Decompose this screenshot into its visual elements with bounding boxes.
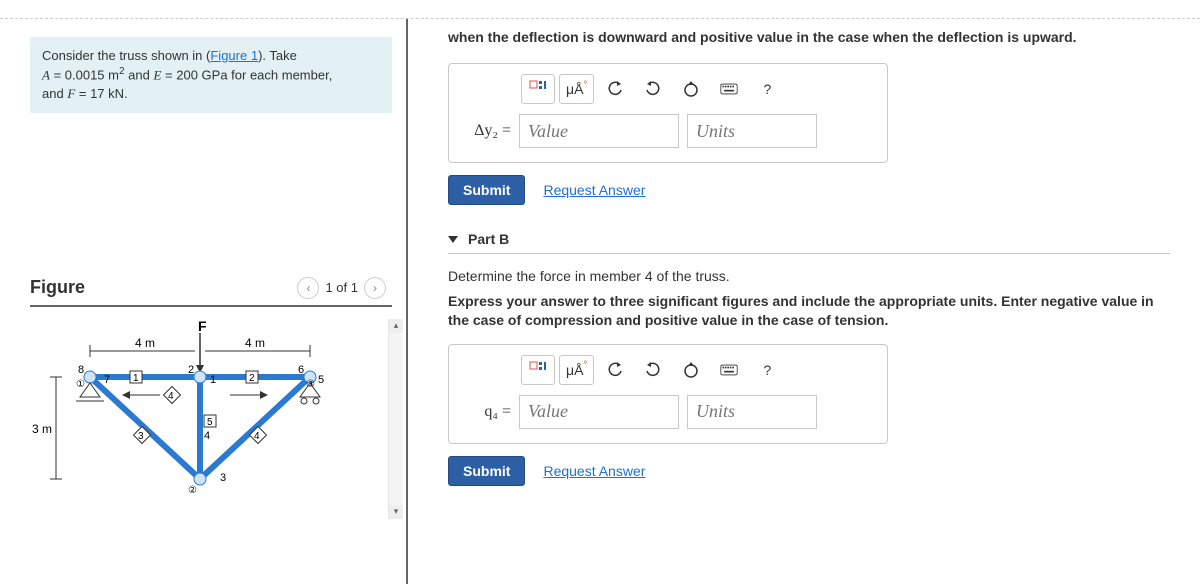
part-a-submit-button[interactable]: Submit [448, 175, 525, 205]
scroll-down-button[interactable]: ▾ [389, 505, 403, 519]
part-b-units-input[interactable] [687, 395, 817, 429]
figure-image: 4 m 4 m F 3 m [30, 319, 392, 519]
svg-text:6: 6 [298, 364, 304, 376]
text-and2: and [42, 86, 67, 101]
dim-3m: 3 m [32, 422, 52, 436]
svg-text:5: 5 [207, 417, 213, 428]
svg-text:8: 8 [78, 364, 84, 376]
part-b-answer-box: μÅ° ? q₄ = [448, 344, 888, 444]
part-a-request-answer-link[interactable]: Request Answer [543, 182, 645, 198]
val-A: = 0.0015 m [50, 68, 119, 83]
svg-text:①: ① [76, 379, 85, 390]
scroll-up-button[interactable]: ▴ [389, 319, 403, 333]
keyboard-button[interactable] [712, 355, 746, 385]
pager-label: 1 of 1 [325, 280, 358, 295]
truss-svg: 4 m 4 m F 3 m [30, 319, 350, 499]
reset-button[interactable] [674, 355, 708, 385]
templates-button[interactable] [521, 355, 555, 385]
svg-text:1: 1 [133, 373, 139, 384]
part-a-units-input[interactable] [687, 114, 817, 148]
val-E: = 200 GPa for each member, [161, 68, 332, 83]
svg-text:②: ② [188, 485, 197, 496]
svg-text:3: 3 [220, 472, 226, 484]
var-A: A [42, 68, 50, 83]
svg-text:2: 2 [188, 364, 194, 376]
part-b-label: q₄ = [461, 403, 511, 421]
figure-divider [30, 305, 392, 307]
special-chars-button[interactable]: μÅ° [559, 355, 594, 385]
keyboard-button[interactable] [712, 74, 746, 104]
undo-button[interactable] [598, 74, 632, 104]
figure-title: Figure [30, 277, 85, 298]
part-a-answer-box: μÅ° ? Δy₂ = [448, 63, 888, 163]
part-b-toolbar: μÅ° ? [461, 355, 875, 385]
figure-pager: ‹ 1 of 1 › [297, 277, 386, 299]
problem-statement: Consider the truss shown in (Figure 1). … [30, 37, 392, 113]
problem-text-1: Consider the truss shown in ( [42, 48, 210, 63]
part-b-title: Part B [468, 231, 509, 247]
part-a-label: Δy₂ = [461, 122, 511, 140]
chevron-down-icon [448, 236, 458, 243]
text-and: and [125, 68, 154, 83]
force-F-label: F [198, 319, 207, 334]
svg-text:4: 4 [254, 431, 260, 442]
svg-text:4: 4 [204, 430, 210, 442]
svg-text:③: ③ [306, 379, 315, 390]
svg-text:7: 7 [104, 374, 110, 386]
pager-next-button[interactable]: › [364, 277, 386, 299]
dim-4m-left: 4 m [135, 336, 155, 350]
reset-button[interactable] [674, 74, 708, 104]
redo-button[interactable] [636, 355, 670, 385]
templates-button[interactable] [521, 74, 555, 104]
part-a-toolbar: μÅ° ? [461, 74, 875, 104]
redo-button[interactable] [636, 74, 670, 104]
pager-prev-button[interactable]: ‹ [297, 277, 319, 299]
val-F: = 17 kN. [75, 86, 127, 101]
part-b-value-input[interactable] [519, 395, 679, 429]
figure-link[interactable]: Figure 1 [210, 48, 258, 63]
part-b-description: Determine the force in member 4 of the t… [448, 268, 1170, 284]
part-b-request-answer-link[interactable]: Request Answer [543, 463, 645, 479]
part-a-value-input[interactable] [519, 114, 679, 148]
svg-text:2: 2 [249, 373, 255, 384]
part-b-instruction: Express your answer to three significant… [448, 292, 1170, 330]
help-button[interactable]: ? [750, 355, 784, 385]
help-button[interactable]: ? [750, 74, 784, 104]
problem-text-2: ). Take [258, 48, 297, 63]
part-b-header[interactable]: Part B [448, 227, 1170, 254]
svg-text:3: 3 [138, 431, 144, 442]
part-b-submit-button[interactable]: Submit [448, 456, 525, 486]
figure-scrollbar[interactable]: ▴ ▾ [388, 319, 402, 519]
special-chars-button[interactable]: μÅ° [559, 74, 594, 104]
svg-text:1: 1 [210, 374, 216, 386]
undo-button[interactable] [598, 355, 632, 385]
part-a-instruction-fragment: when the deflection is downward and posi… [448, 29, 1170, 45]
svg-text:5: 5 [318, 374, 324, 386]
svg-text:4: 4 [168, 391, 174, 402]
dim-4m-right: 4 m [245, 336, 265, 350]
